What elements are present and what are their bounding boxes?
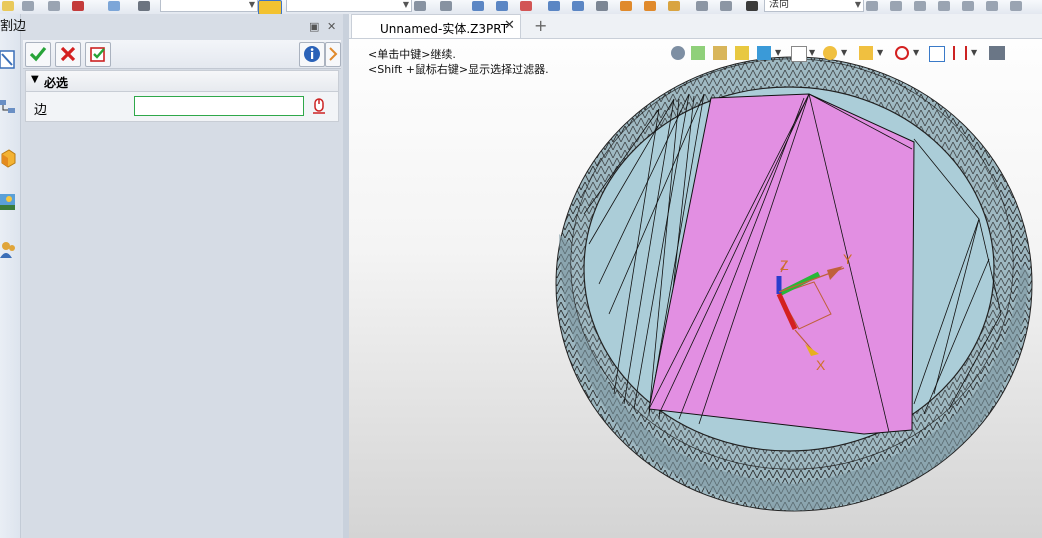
left-icon-strip — [0, 14, 21, 538]
toolbar-icon-24[interactable] — [938, 1, 950, 11]
required-section-header[interactable]: ▼ 必选 — [25, 70, 339, 92]
collapse-triangle-icon[interactable]: ▼ — [31, 74, 39, 85]
view-icon-1[interactable] — [671, 46, 685, 60]
check-icon — [29, 46, 47, 62]
toolbar-icon-4[interactable] — [72, 1, 84, 11]
toolbar-icon-1[interactable] — [2, 1, 14, 11]
toolbar-icon-10[interactable] — [496, 1, 508, 11]
tree-icon[interactable] — [0, 98, 16, 118]
chevron-down-icon: ▼ — [854, 0, 861, 9]
view-icon-3[interactable] — [713, 46, 727, 60]
toolbar-icon-7[interactable] — [414, 1, 426, 11]
view-icon-4[interactable] — [735, 46, 749, 60]
chevron-down-icon[interactable]: ▼ — [809, 48, 815, 57]
toolbar-icon-27[interactable] — [1010, 1, 1022, 11]
edge-field[interactable] — [134, 96, 304, 116]
action-bar — [23, 40, 341, 69]
direction-combo[interactable]: 法向 ▼ — [764, 0, 864, 12]
apply-button[interactable] — [85, 42, 111, 67]
view-icon-11[interactable] — [953, 46, 967, 60]
document-area: Unnamed-实体.Z3PRT ✕ + <单击中键>继续. <Shift +鼠… — [349, 14, 1042, 538]
toolbar-icon-15[interactable] — [620, 1, 632, 11]
toolbar-icon-6[interactable] — [138, 1, 150, 11]
toolbar-icon-5[interactable] — [108, 1, 120, 11]
toolbar-icon-26[interactable] — [986, 1, 998, 11]
crosshair-icon[interactable] — [895, 46, 909, 60]
toolbar-icon-9[interactable] — [472, 1, 484, 11]
users-icon[interactable] — [0, 240, 16, 260]
apply-check-icon — [90, 47, 105, 62]
cancel-button[interactable] — [55, 42, 81, 67]
toolbar-icon-18[interactable] — [696, 1, 708, 11]
axis-x-label: X — [816, 357, 826, 373]
toolbar-icon-14[interactable] — [596, 1, 608, 11]
toolbar-icon-16[interactable] — [644, 1, 656, 11]
view-icon-7[interactable] — [823, 46, 837, 60]
mouse-pick-icon[interactable] — [311, 97, 327, 115]
chevron-down-icon[interactable]: ▼ — [877, 48, 883, 57]
confirm-button[interactable] — [25, 42, 51, 67]
view-icon-2[interactable] — [691, 46, 705, 60]
cube-icon[interactable] — [0, 148, 16, 168]
top-toolbar: ▼ ▼ 法向 ▼ — [0, 0, 1042, 15]
view-icon-12[interactable] — [989, 46, 1005, 60]
view-cube-icon[interactable] — [757, 46, 771, 60]
toolbar-combo-empty[interactable]: ▼ — [160, 0, 258, 12]
view-icon-8[interactable] — [859, 46, 873, 60]
panel-pin-icon[interactable]: ▣ — [309, 20, 319, 33]
chevron-down-icon: ▼ — [248, 0, 255, 9]
info-button[interactable] — [299, 42, 325, 67]
toolbar-icon-20[interactable] — [746, 1, 758, 11]
filter-icon[interactable] — [258, 0, 282, 14]
section-label: 必选 — [44, 76, 69, 90]
chevron-right-icon — [329, 47, 338, 61]
axis-z-label: Z — [780, 257, 789, 273]
view-icon-10[interactable] — [929, 46, 945, 62]
panel-body: ▼ 必选 边 — [23, 40, 341, 538]
toolbar-icon-23[interactable] — [914, 1, 926, 11]
toolbar-icon-22[interactable] — [890, 1, 902, 11]
sketch-icon[interactable] — [0, 50, 16, 70]
toolbar-icon-19[interactable] — [720, 1, 732, 11]
chevron-down-icon: ▼ — [402, 0, 409, 9]
toolbar-combo-2[interactable]: ▼ — [286, 0, 412, 12]
toolbar-icon-8[interactable] — [440, 1, 452, 11]
edge-row: 边 — [25, 92, 339, 122]
side-panel: 割边 ▣ ✕ ▼ 必选 边 — [0, 14, 343, 538]
toolbar-icon-11[interactable] — [520, 1, 532, 11]
chevron-down-icon[interactable]: ▼ — [971, 48, 977, 57]
expand-panel-button[interactable] — [325, 42, 341, 67]
chevron-down-icon[interactable]: ▼ — [775, 48, 781, 57]
chevron-down-icon[interactable]: ▼ — [913, 48, 919, 57]
toolbar-icon-17[interactable] — [668, 1, 680, 11]
toolbar-icon-13[interactable] — [572, 1, 584, 11]
toolbar-icon-12[interactable] — [548, 1, 560, 11]
toolbar-icon-21[interactable] — [866, 1, 878, 11]
x-icon — [60, 46, 76, 62]
toolbar-icon-25[interactable] — [962, 1, 974, 11]
view-icon-6[interactable] — [791, 46, 807, 62]
edge-label: 边 — [34, 103, 48, 118]
panel-close-icon[interactable]: ✕ — [327, 20, 336, 33]
chevron-down-icon[interactable]: ▼ — [841, 48, 847, 57]
toolbar-icon-3[interactable] — [48, 1, 60, 11]
panel-title: 割边 — [0, 19, 27, 34]
image-icon[interactable] — [0, 192, 16, 212]
info-icon — [304, 46, 320, 62]
toolbar-icon-2[interactable] — [22, 1, 34, 11]
viewport-model[interactable]: Y Z X — [349, 14, 1042, 538]
view-toolbar: ▼ ▼ ▼ ▼ ▼ ▼ — [671, 44, 1041, 62]
axis-y-label: Y — [843, 251, 853, 267]
